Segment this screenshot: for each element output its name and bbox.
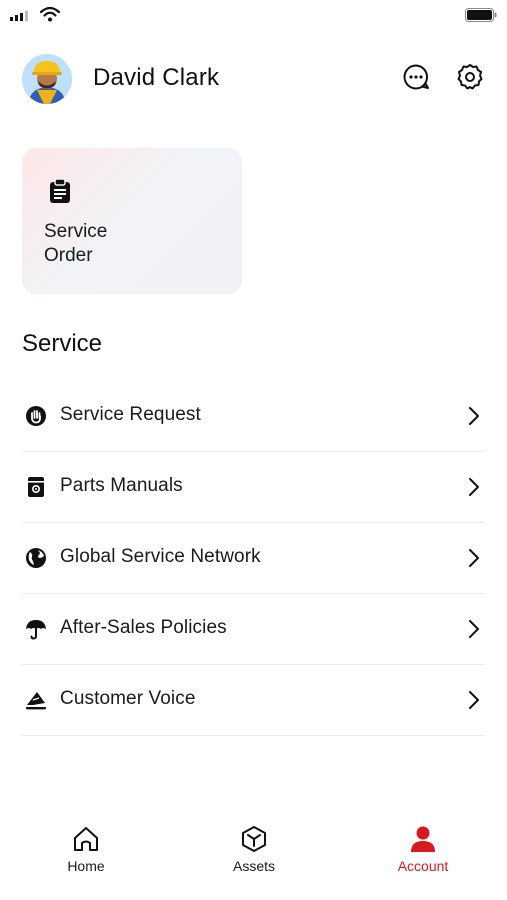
worker-avatar-icon — [22, 54, 72, 104]
menu-item-label: After-Sales Policies — [60, 617, 227, 638]
tab-label: Home — [67, 858, 105, 874]
chevron-right-icon — [469, 620, 479, 638]
menu-item-label: Parts Manuals — [60, 475, 183, 496]
gear-icon[interactable] — [455, 62, 485, 92]
profile-header: David Clark — [22, 52, 485, 104]
menu-item-customer-voice[interactable]: Customer Voice — [22, 665, 485, 736]
service-order-label: Service Order — [44, 221, 108, 266]
home-icon — [74, 827, 98, 851]
chevron-right-icon — [469, 478, 479, 496]
voice-icon — [26, 692, 46, 710]
user-icon — [411, 826, 435, 852]
tab-label: Assets — [232, 858, 275, 874]
chevron-right-icon — [469, 549, 479, 567]
battery-icon — [465, 8, 497, 22]
chevron-right-icon — [469, 691, 479, 709]
bottom-tab-bar: Home Assets Account — [0, 814, 507, 900]
menu-item-label: Service Request — [60, 404, 201, 425]
menu-item-parts-manuals[interactable]: Parts Manuals — [22, 452, 485, 523]
menu-item-label: Global Service Network — [60, 546, 261, 567]
tab-assets[interactable]: Assets — [194, 824, 314, 884]
menu-item-service-request[interactable]: Service Request — [22, 381, 485, 452]
user-name: David Clark — [93, 64, 220, 91]
tab-label: Account — [397, 858, 449, 874]
clipboard-icon — [50, 178, 70, 203]
cube-icon — [242, 826, 266, 852]
avatar[interactable] — [22, 54, 72, 104]
tab-home[interactable]: Home — [26, 824, 146, 884]
signal-icon — [10, 11, 28, 21]
menu-item-label: Customer Voice — [60, 688, 196, 709]
tab-account[interactable]: Account — [363, 824, 483, 884]
section-title: Service — [22, 330, 103, 357]
status-bar — [0, 0, 507, 30]
menu-item-global-service-network[interactable]: Global Service Network — [22, 523, 485, 594]
service-order-card[interactable]: Service Order — [22, 148, 242, 294]
hand-icon — [26, 406, 46, 426]
globe-icon — [26, 548, 46, 568]
wifi-icon — [40, 6, 60, 22]
menu-item-after-sales-policies[interactable]: After-Sales Policies — [22, 594, 485, 665]
chevron-right-icon — [469, 407, 479, 425]
service-menu-list: Service Request Parts Manuals Global Ser… — [22, 381, 485, 736]
umbrella-icon — [26, 620, 46, 640]
manual-icon — [28, 477, 44, 497]
chat-bubble-icon[interactable] — [401, 62, 431, 92]
